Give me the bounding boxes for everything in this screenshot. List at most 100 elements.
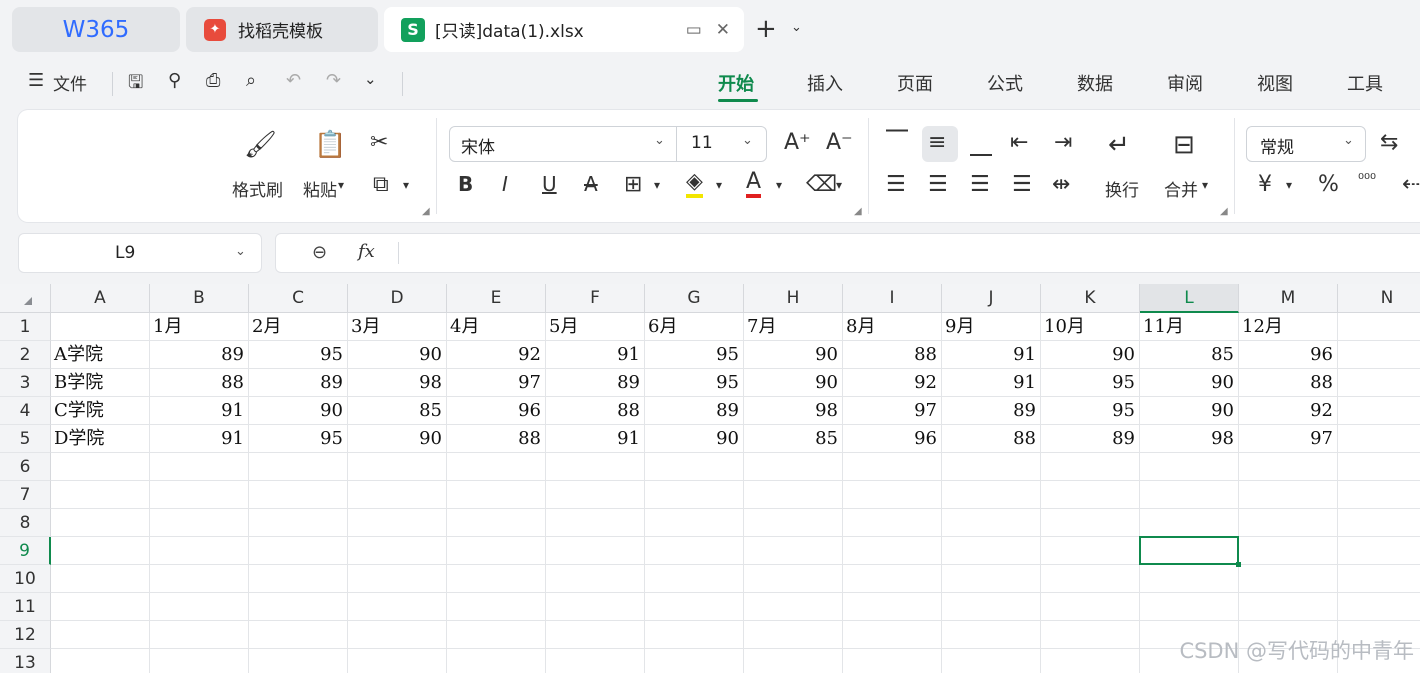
cell-n9[interactable] [1338, 537, 1420, 565]
cell-m3[interactable]: 88 [1239, 369, 1338, 397]
cell-a5[interactable]: D学院 [51, 425, 150, 453]
cell-b13[interactable] [150, 649, 249, 673]
cell-d1[interactable]: 3月 [348, 313, 447, 341]
cell-k11[interactable] [1041, 593, 1140, 621]
fx-icon[interactable]: fx [358, 241, 375, 262]
cell-e4[interactable]: 96 [447, 397, 546, 425]
cell-l6[interactable] [1140, 453, 1239, 481]
column-header-a[interactable]: A [51, 284, 150, 313]
cell-d4[interactable]: 85 [348, 397, 447, 425]
cell-h5[interactable]: 85 [744, 425, 843, 453]
cell-h10[interactable] [744, 565, 843, 593]
align-right-icon[interactable]: ☰ [970, 172, 990, 197]
cell-m4[interactable]: 92 [1239, 397, 1338, 425]
cell-a2[interactable]: A学院 [51, 341, 150, 369]
cell-e12[interactable] [447, 621, 546, 649]
select-all-corner[interactable] [0, 284, 51, 313]
cell-c1[interactable]: 2月 [249, 313, 348, 341]
cell-m9[interactable] [1239, 537, 1338, 565]
row-header-8[interactable]: 8 [0, 509, 51, 537]
cell-a7[interactable] [51, 481, 150, 509]
cell-e1[interactable]: 4月 [447, 313, 546, 341]
tab-tools[interactable]: 工具 [1347, 70, 1383, 96]
cell-i2[interactable]: 88 [843, 341, 942, 369]
column-header-c[interactable]: C [249, 284, 348, 313]
border-dropdown-icon[interactable]: ▾ [654, 178, 660, 192]
zoom-icon[interactable]: ⊖ [312, 242, 327, 263]
cell-k13[interactable] [1041, 649, 1140, 673]
font-selector[interactable]: 宋体 ⌄ 11 ⌄ [449, 126, 767, 162]
decimal-icon[interactable]: ⇠ [1402, 172, 1420, 197]
tab-insert[interactable]: 插入 [807, 70, 843, 96]
print-preview-icon[interactable]: ⌕ [246, 70, 256, 91]
cell-l5[interactable]: 98 [1140, 425, 1239, 453]
font-name-field[interactable]: 宋体 [461, 133, 495, 158]
active-cell-selection[interactable] [1139, 536, 1241, 567]
border-icon[interactable]: ⊞ [624, 172, 642, 197]
cell-a9[interactable] [51, 537, 150, 565]
print-icon[interactable]: ⎙ [206, 70, 220, 91]
cell-h13[interactable] [744, 649, 843, 673]
spreadsheet-grid[interactable]: A B C D E F G H I J K L M N 1 1月 2月 3月 4月 5月 6月 7月 8月 9月 10月 11月 1… [0, 284, 1420, 673]
tab-formula[interactable]: 公式 [987, 70, 1023, 96]
row-header-5[interactable]: 5 [0, 425, 51, 453]
cell-n3[interactable] [1338, 369, 1420, 397]
row-header-7[interactable]: 7 [0, 481, 51, 509]
cell-g10[interactable] [645, 565, 744, 593]
cell-g9[interactable] [645, 537, 744, 565]
cell-c10[interactable] [249, 565, 348, 593]
column-header-m[interactable]: M [1239, 284, 1338, 313]
cell-j7[interactable] [942, 481, 1041, 509]
cell-d9[interactable] [348, 537, 447, 565]
cell-d5[interactable]: 90 [348, 425, 447, 453]
cell-k1[interactable]: 10月 [1041, 313, 1140, 341]
justify-icon[interactable]: ☰ [1012, 172, 1032, 197]
cell-h6[interactable] [744, 453, 843, 481]
cell-j8[interactable] [942, 509, 1041, 537]
name-box-dropdown-icon[interactable]: ⌄ [235, 244, 246, 259]
cell-d2[interactable]: 90 [348, 341, 447, 369]
cell-g1[interactable]: 6月 [645, 313, 744, 341]
cell-e6[interactable] [447, 453, 546, 481]
fill-color-dropdown-icon[interactable]: ▾ [716, 178, 722, 192]
redo-icon[interactable]: ↷ [326, 70, 341, 91]
column-header-h[interactable]: H [744, 284, 843, 313]
cell-b1[interactable]: 1月 [150, 313, 249, 341]
column-header-e[interactable]: E [447, 284, 546, 313]
cell-g6[interactable] [645, 453, 744, 481]
cell-j5[interactable]: 88 [942, 425, 1041, 453]
cell-c3[interactable]: 89 [249, 369, 348, 397]
fill-color-icon[interactable]: ◈ [686, 170, 703, 198]
cell-i1[interactable]: 8月 [843, 313, 942, 341]
italic-icon[interactable]: I [502, 172, 508, 196]
cell-l3[interactable]: 90 [1140, 369, 1239, 397]
cell-e3[interactable]: 97 [447, 369, 546, 397]
cell-f12[interactable] [546, 621, 645, 649]
font-size-field[interactable]: 11 [691, 133, 713, 153]
cell-d11[interactable] [348, 593, 447, 621]
row-header-2[interactable]: 2 [0, 341, 51, 369]
cell-b5[interactable]: 91 [150, 425, 249, 453]
decrease-indent-icon[interactable]: ⇤ [1010, 130, 1028, 155]
cell-i11[interactable] [843, 593, 942, 621]
cell-c9[interactable] [249, 537, 348, 565]
cell-h4[interactable]: 98 [744, 397, 843, 425]
cell-l10[interactable] [1140, 565, 1239, 593]
row-header-11[interactable]: 11 [0, 593, 51, 621]
row-header-3[interactable]: 3 [0, 369, 51, 397]
cell-b10[interactable] [150, 565, 249, 593]
cell-d6[interactable] [348, 453, 447, 481]
cell-a3[interactable]: B学院 [51, 369, 150, 397]
merge-dropdown-icon[interactable]: ▾ [1202, 178, 1208, 192]
tab-review[interactable]: 审阅 [1167, 70, 1203, 96]
align-left-icon[interactable]: ☰ [886, 172, 906, 197]
row-header-6[interactable]: 6 [0, 453, 51, 481]
cell-m11[interactable] [1239, 593, 1338, 621]
cell-g4[interactable]: 89 [645, 397, 744, 425]
cell-d12[interactable] [348, 621, 447, 649]
cell-n6[interactable] [1338, 453, 1420, 481]
more-chevron-icon[interactable]: ⌄ [364, 70, 377, 88]
menu-icon[interactable]: ☰ [28, 70, 44, 91]
cell-h7[interactable] [744, 481, 843, 509]
cell-l11[interactable] [1140, 593, 1239, 621]
